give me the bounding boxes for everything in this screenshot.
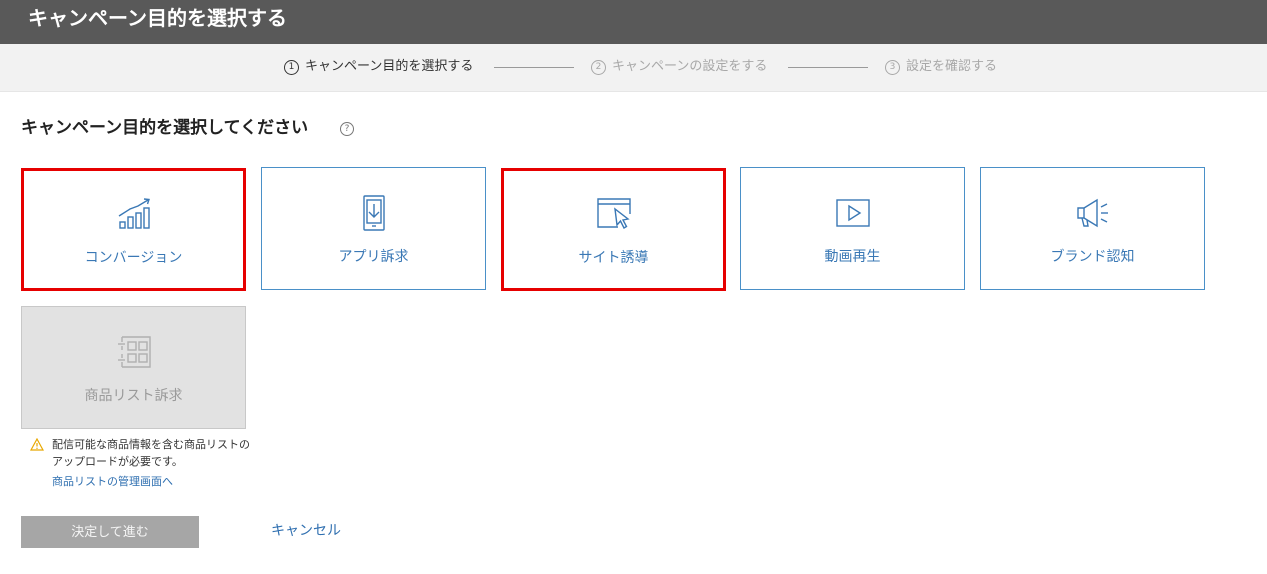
product-grid-icon (117, 336, 151, 368)
step-3-number: 3 (885, 60, 900, 75)
step-connector-2 (788, 67, 868, 68)
step-1-label: キャンペーン目的を選択する (305, 59, 474, 74)
step-3-label: 設定を確認する (906, 59, 998, 74)
objective-label: 動画再生 (824, 249, 881, 265)
step-3: 3 設定を確認する (885, 59, 997, 75)
video-play-icon (835, 199, 870, 227)
megaphone-icon (1076, 198, 1108, 228)
step-2-number: 2 (591, 60, 606, 75)
objective-brand-awareness[interactable]: ブランド認知 (980, 167, 1205, 290)
objective-app-promotion[interactable]: アプリ訴求 (261, 167, 486, 290)
objective-label: コンバージョン (84, 250, 183, 266)
product-list-notice: 配信可能な商品情報を含む商品リストのアップロードが必要です。 (52, 438, 250, 468)
product-list-management-link[interactable]: 商品リストの管理画面へ (52, 473, 173, 490)
step-1-number: 1 (284, 60, 299, 75)
next-button[interactable]: 決定して進む (21, 516, 199, 548)
bar-chart-growth-icon (118, 198, 150, 229)
page-title: キャンペーン目的を選択する (28, 6, 287, 30)
cancel-link[interactable]: キャンセル (271, 522, 341, 540)
browser-cursor-icon (596, 198, 631, 229)
mobile-download-icon (362, 195, 385, 231)
objective-label: サイト誘導 (578, 250, 649, 266)
header-bar: キャンペーン目的を選択する (0, 0, 1267, 44)
step-indicator: 1 キャンペーン目的を選択する 2 キャンペーンの設定をする 3 設定を確認する (0, 44, 1267, 92)
help-circle-icon[interactable]: ? (340, 122, 354, 136)
objective-label: 商品リスト訴求 (84, 388, 183, 404)
objective-site-traffic[interactable]: サイト誘導 (501, 168, 726, 291)
objective-label: ブランド認知 (1050, 249, 1135, 265)
objective-video-views[interactable]: 動画再生 (740, 167, 965, 290)
objective-conversion[interactable]: コンバージョン (21, 168, 246, 291)
objective-label: アプリ訴求 (338, 249, 409, 265)
step-2-label: キャンペーンの設定をする (612, 59, 768, 74)
warning-triangle-icon (30, 438, 44, 451)
section-title: キャンペーン目的を選択してください (21, 118, 309, 138)
objective-product-list: 商品リスト訴求 (21, 306, 246, 429)
step-2: 2 キャンペーンの設定をする (591, 59, 767, 75)
step-connector-1 (494, 67, 574, 68)
step-1: 1 キャンペーン目的を選択する (284, 59, 473, 75)
